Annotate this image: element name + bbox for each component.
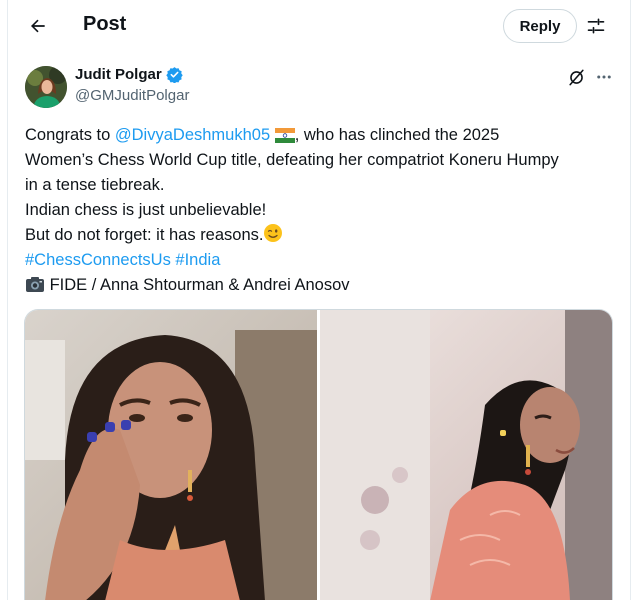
photo-left[interactable] (25, 310, 317, 600)
india-flag-icon (274, 128, 295, 143)
photo-image (25, 310, 317, 600)
tweet-line: Indian chess is just unbelievable! (25, 201, 267, 219)
page-title: Post (83, 13, 127, 35)
tweet-line: But do not forget: it has reasons. (25, 223, 625, 248)
post-page: Post Reply Judit Polgar @GMJuditPolgar C… (7, 0, 631, 600)
filter-button[interactable] (582, 12, 610, 40)
photo-right[interactable] (320, 310, 612, 600)
tweet-text-segment: But do not forget: it has reasons. (25, 226, 264, 244)
winking-face-icon (264, 224, 283, 242)
author-handle[interactable]: @GMJuditPolgar (75, 87, 189, 104)
tweet-text-segment: Congrats to (25, 126, 115, 144)
avatar[interactable] (25, 66, 67, 108)
header: Post Reply (8, 0, 632, 52)
sliders-icon (587, 18, 605, 34)
tweet-line: FIDE / Anna Shtourman & Andrei Anosov (25, 273, 625, 298)
more-button[interactable] (593, 66, 615, 88)
more-horizontal-icon (597, 75, 611, 79)
author-name[interactable]: Judit Polgar (75, 66, 183, 83)
hashtag-link[interactable]: #ChessConnectsUs (25, 251, 171, 269)
tweet-line: Women’s Chess World Cup title, defeating… (25, 151, 559, 169)
photo-image (320, 310, 612, 600)
grok-icon (568, 69, 584, 85)
tweet-line: in a tense tiebreak. (25, 176, 165, 194)
reply-button[interactable]: Reply (503, 9, 577, 43)
back-button[interactable] (22, 10, 54, 42)
mention-link[interactable]: @DivyaDeshmukh05 (115, 126, 270, 144)
verified-badge-icon (165, 67, 183, 83)
tweet-text: Congrats to @DivyaDeshmukh05 , who has c… (25, 123, 625, 298)
camera-icon (26, 277, 44, 292)
tweet-text-segment: , who has clinched the 2025 (294, 126, 500, 144)
hashtag-link[interactable]: #India (175, 251, 220, 269)
grok-button[interactable] (565, 66, 587, 88)
avatar-image (25, 66, 67, 108)
tweet-line: #ChessConnectsUs #India (25, 248, 625, 273)
tweet-line: Congrats to @DivyaDeshmukh05 , who has c… (25, 123, 625, 148)
photo-credit: FIDE / Anna Shtourman & Andrei Anosov (49, 276, 350, 294)
author-name-text: Judit Polgar (75, 66, 162, 83)
media-grid (24, 309, 613, 600)
arrow-left-icon (31, 19, 45, 33)
